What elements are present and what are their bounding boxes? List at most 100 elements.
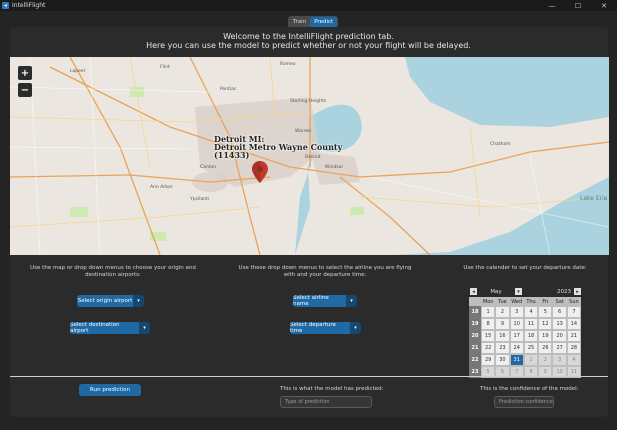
place-label: Flint [160,65,170,70]
place-label: Canton [200,165,217,170]
calendar-year[interactable]: 2023 [522,289,574,295]
calendar-day[interactable]: 3 [552,354,567,366]
calendar-day[interactable]: 5 [538,306,553,318]
destination-airport-dropdown[interactable]: Select destination airport ▾ [70,322,150,334]
calendar-day[interactable]: 3 [509,306,524,318]
map-marker-icon[interactable] [252,161,268,183]
day-of-week-label: Tue [495,297,510,306]
calendar-day[interactable]: 7 [566,306,582,318]
calendar-day[interactable]: 4 [523,306,539,318]
day-of-week-label: Wed [509,297,524,306]
title-bar: IntelliFlight — ☐ ✕ [0,0,617,11]
calendar-day[interactable]: 8 [481,318,496,330]
calendar-day[interactable]: 17 [509,330,524,342]
prediction-output-field[interactable]: Type of prediction [280,396,372,408]
calendar-instructions: Use the calender to set your departure d… [463,265,587,271]
departure-time-dropdown[interactable]: Select departure time ▾ [290,322,361,334]
month-dropdown-icon[interactable]: ▾ [515,288,522,295]
calendar-day[interactable]: 1 [523,354,539,366]
confidence-output-field[interactable]: Prediction confidence [494,396,554,408]
airline-dropdown[interactable]: Select airline name ▾ [293,295,357,307]
calendar-day[interactable]: 18 [523,330,539,342]
calendar-day[interactable]: 10 [509,318,524,330]
calendar-day[interactable]: 13 [552,318,567,330]
place-label: Sterling Heights [290,99,327,104]
day-of-week-label: Thu [523,297,539,306]
week-number: 21 [469,342,481,354]
calendar-day[interactable]: 23 [495,342,510,354]
calendar-day[interactable]: 28 [566,342,582,354]
week-number: 18 [469,306,481,318]
place-label: Ann Arbor [150,185,173,190]
maximize-button[interactable]: ☐ [565,0,591,11]
minimize-button[interactable]: — [539,0,565,11]
calendar-day[interactable]: 20 [552,330,567,342]
place-label: Chatham [490,142,511,147]
place-label: Pontiac [220,87,237,92]
airport-marker-label: Detroit MI: Detroit Metro Wayne County (… [214,134,343,160]
chevron-down-icon: ▾ [133,295,144,307]
tab-predict[interactable]: Predict [310,17,338,27]
calendar-day[interactable]: 21 [566,330,582,342]
calendar-day[interactable]: 26 [538,342,553,354]
place-label: Windsor [325,165,344,170]
confidence-caption: This is the confidence of the model: [480,386,579,392]
calendar-corner [469,297,481,306]
airport-instructions: Use the map or drop down menus to choose… [30,265,196,278]
chevron-down-icon: ▾ [346,295,357,307]
calendar-grid: Mon Tue Wed Thu Fri Sat Sun 18 1 2 3 4 5 6 7 19 8 9 10 11 12… [469,297,582,378]
calendar-day[interactable]: 24 [509,342,524,354]
week-number: 22 [469,354,481,366]
calendar-day[interactable]: 1 [481,306,496,318]
calendar-day[interactable]: 14 [566,318,582,330]
calendar-day[interactable]: 27 [552,342,567,354]
window-title: IntelliFlight [12,2,46,9]
calendar-day[interactable]: 15 [481,330,496,342]
airline-instructions: Use these drop down menus to select the … [238,265,412,278]
calendar-header: ◂ May ▾ 2023 ▸ [469,286,581,297]
day-of-week-label: Sun [566,297,582,306]
calendar-day[interactable]: 2 [495,306,510,318]
calendar-day[interactable]: 25 [523,342,539,354]
origin-airport-label: Select origin airport [77,295,133,307]
day-of-week-label: Sat [552,297,567,306]
prev-month-icon[interactable]: ◂ [470,288,477,295]
chevron-down-icon: ▾ [350,322,361,334]
calendar-day[interactable]: 29 [481,354,496,366]
calendar-day-selected[interactable]: 31 [509,354,524,366]
place-label: Lapeer [70,69,86,74]
run-prediction-button[interactable]: Run prediction [79,384,141,396]
calendar-day[interactable]: 16 [495,330,510,342]
calendar-day[interactable]: 6 [552,306,567,318]
calendar-day[interactable]: 19 [538,330,553,342]
tab-train[interactable]: Train [289,17,310,27]
calendar-day[interactable]: 22 [481,342,496,354]
calendar-day[interactable]: 2 [538,354,553,366]
day-of-week-label: Mon [481,297,496,306]
app-icon [2,2,9,9]
prediction-caption: This is what the model has predicted: [280,386,384,392]
week-number: 20 [469,330,481,342]
place-label: Romeo [280,62,296,67]
place-label: Lake Erie [580,195,608,202]
chevron-down-icon: ▾ [139,322,150,334]
day-of-week-label: Fri [538,297,553,306]
calendar-day[interactable]: 9 [495,318,510,330]
divider [10,376,608,377]
calendar-month[interactable]: May [477,289,515,295]
next-month-icon[interactable]: ▸ [574,288,581,295]
zoom-out-button[interactable]: − [18,83,32,97]
week-number: 19 [469,318,481,330]
zoom-in-button[interactable]: + [18,66,32,80]
place-label: Warren [295,129,312,134]
calendar-day[interactable]: 30 [495,354,510,366]
airline-label: Select airline name [293,295,346,307]
welcome-line-1: Welcome to the IntelliFlight prediction … [223,32,394,41]
map-view[interactable]: Lapeer Flint Romeo Pontiac Sterling Heig… [10,57,609,255]
calendar-day[interactable]: 4 [566,354,582,366]
close-button[interactable]: ✕ [591,0,617,11]
calendar-day[interactable]: 11 [523,318,539,330]
place-label: Ypsilanti [190,197,210,202]
origin-airport-dropdown[interactable]: Select origin airport ▾ [77,295,144,307]
calendar-day[interactable]: 12 [538,318,553,330]
